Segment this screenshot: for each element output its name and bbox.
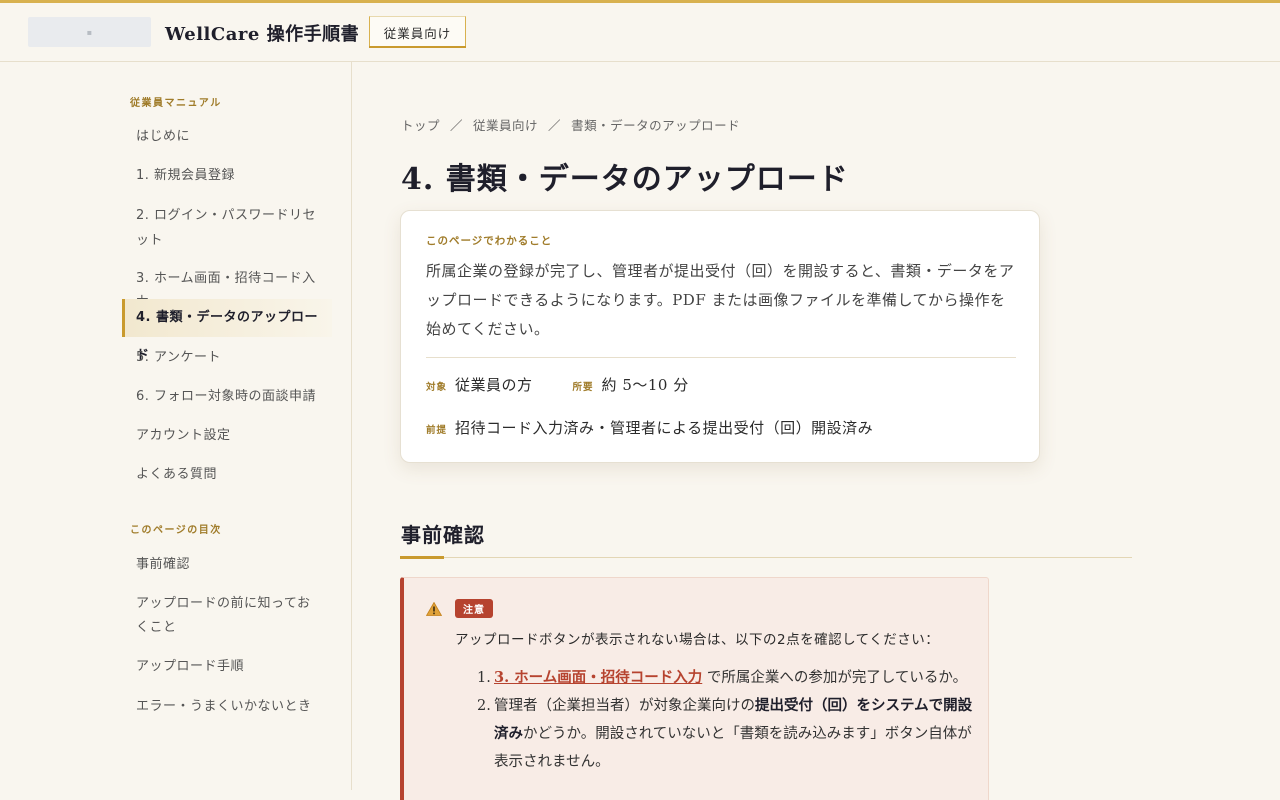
notice-list: 1. 3. ホーム画面・招待コード入力 で所属企業への参加が完了しているか。 2… [477,664,977,776]
section-rule-accent [400,556,444,559]
breadcrumb-employee[interactable]: 従業員向け [473,115,538,134]
sidebar-toc-heading: このページの目次 [130,525,222,536]
summary-label: このページでわかること [426,235,553,247]
sidebar-item-faq[interactable]: よくある質問 [122,463,332,487]
summary-card: このページでわかること 所属企業の登録が完了し、管理者が提出受付（回）を開設する… [400,210,1040,463]
meta-row-target: 対象 従業員の方 所要 約 5〜10 分 [426,374,689,395]
notice-item-2-text-after: かどうか。開設されていないと「書類を読み込みます」ボタン自体が表示されません。 [494,726,972,770]
logo-placeholder[interactable]: ▪ [28,17,151,47]
caution-badge: 注意 [455,599,493,618]
sidebar-item-upload[interactable]: 4. 書類・データのアップロード [122,299,332,363]
sidebar-item-login[interactable]: 2. ログイン・パスワードリセット [122,203,332,253]
breadcrumb: トップ ／ 従業員向け ／ 書類・データのアップロード [401,115,740,134]
sidebar-item-intro[interactable]: はじめに [122,125,332,149]
sidebar-item-account[interactable]: アカウント設定 [122,424,332,448]
link-home-invite-code[interactable]: 3. ホーム画面・招待コード入力 [494,669,702,686]
meta-time-key: 所要 [572,382,594,393]
caution-notice: 注意 アップロードボタンが表示されない場合は、以下の2点を確認してください： 1… [400,577,989,800]
list-number: 1. [477,670,491,686]
toc-item-upload-steps[interactable]: アップロード手順 [122,655,332,679]
sidebar-item-interview[interactable]: 6. フォロー対象時の面談申請 [122,385,332,409]
tab-employee[interactable]: 従業員向け [369,16,466,48]
meta-time-value: 約 5〜10 分 [601,376,689,394]
list-number: 2. [477,698,491,714]
sidebar-item-registration[interactable]: 1. 新規会員登録 [122,164,332,188]
meta-target-key: 対象 [426,382,448,393]
warning-icon [426,602,442,616]
sidebar-item-survey[interactable]: 5. アンケート [122,346,332,370]
summary-text: 所属企業の登録が完了し、管理者が提出受付（回）を開設すると、書類・データをアップ… [426,262,1015,338]
section-rule [400,557,1132,558]
breadcrumb-current: 書類・データのアップロード [571,118,741,133]
notice-item-2-text-before: 管理者（企業担当者）が対象企業向けの [494,698,755,714]
meta-prereq-key: 前提 [426,425,448,436]
notice-lead: アップロードボタンが表示されない場合は、以下の2点を確認してください： [455,632,940,648]
section-heading-precheck: 事前確認 [401,523,485,547]
notice-item-1: 1. 3. ホーム画面・招待コード入力 で所属企業への参加が完了しているか。 [477,664,977,692]
toc-item-errors[interactable]: エラー・うまくいかないとき [122,695,332,719]
meta-target-value: 従業員の方 [455,376,533,394]
sidebar-manual-heading: 従業員マニュアル [130,98,222,109]
notice-item-1-text: で所属企業への参加が完了しているか。 [702,670,968,686]
summary-divider [426,357,1016,358]
breadcrumb-top[interactable]: トップ [401,115,440,134]
toc-item-before-upload[interactable]: アップロードの前に知っておくこと [122,592,332,640]
meta-row-prereq: 前提 招待コード入力済み・管理者による提出受付（回）開設済み [426,417,873,438]
sidebar: 従業員マニュアル はじめに 1. 新規会員登録 2. ログイン・パスワードリセッ… [0,62,352,790]
meta-prereq-value: 招待コード入力済み・管理者による提出受付（回）開設済み [455,419,874,437]
notice-item-2: 2. 管理者（企業担当者）が対象企業向けの提出受付（回）をシステムで開設済みかど… [477,692,977,776]
breadcrumb-separator: ／ [450,118,464,133]
toc-item-precheck[interactable]: 事前確認 [122,553,332,577]
main-content: トップ ／ 従業員向け ／ 書類・データのアップロード 4. 書類・データのアッ… [352,62,1280,800]
app-header: ▪ WellCare 操作手順書 従業員向け [0,3,1280,62]
page-title: 4. 書類・データのアップロード [401,162,849,197]
breadcrumb-separator: ／ [548,118,562,133]
app-title: WellCare 操作手順書 [165,24,360,45]
